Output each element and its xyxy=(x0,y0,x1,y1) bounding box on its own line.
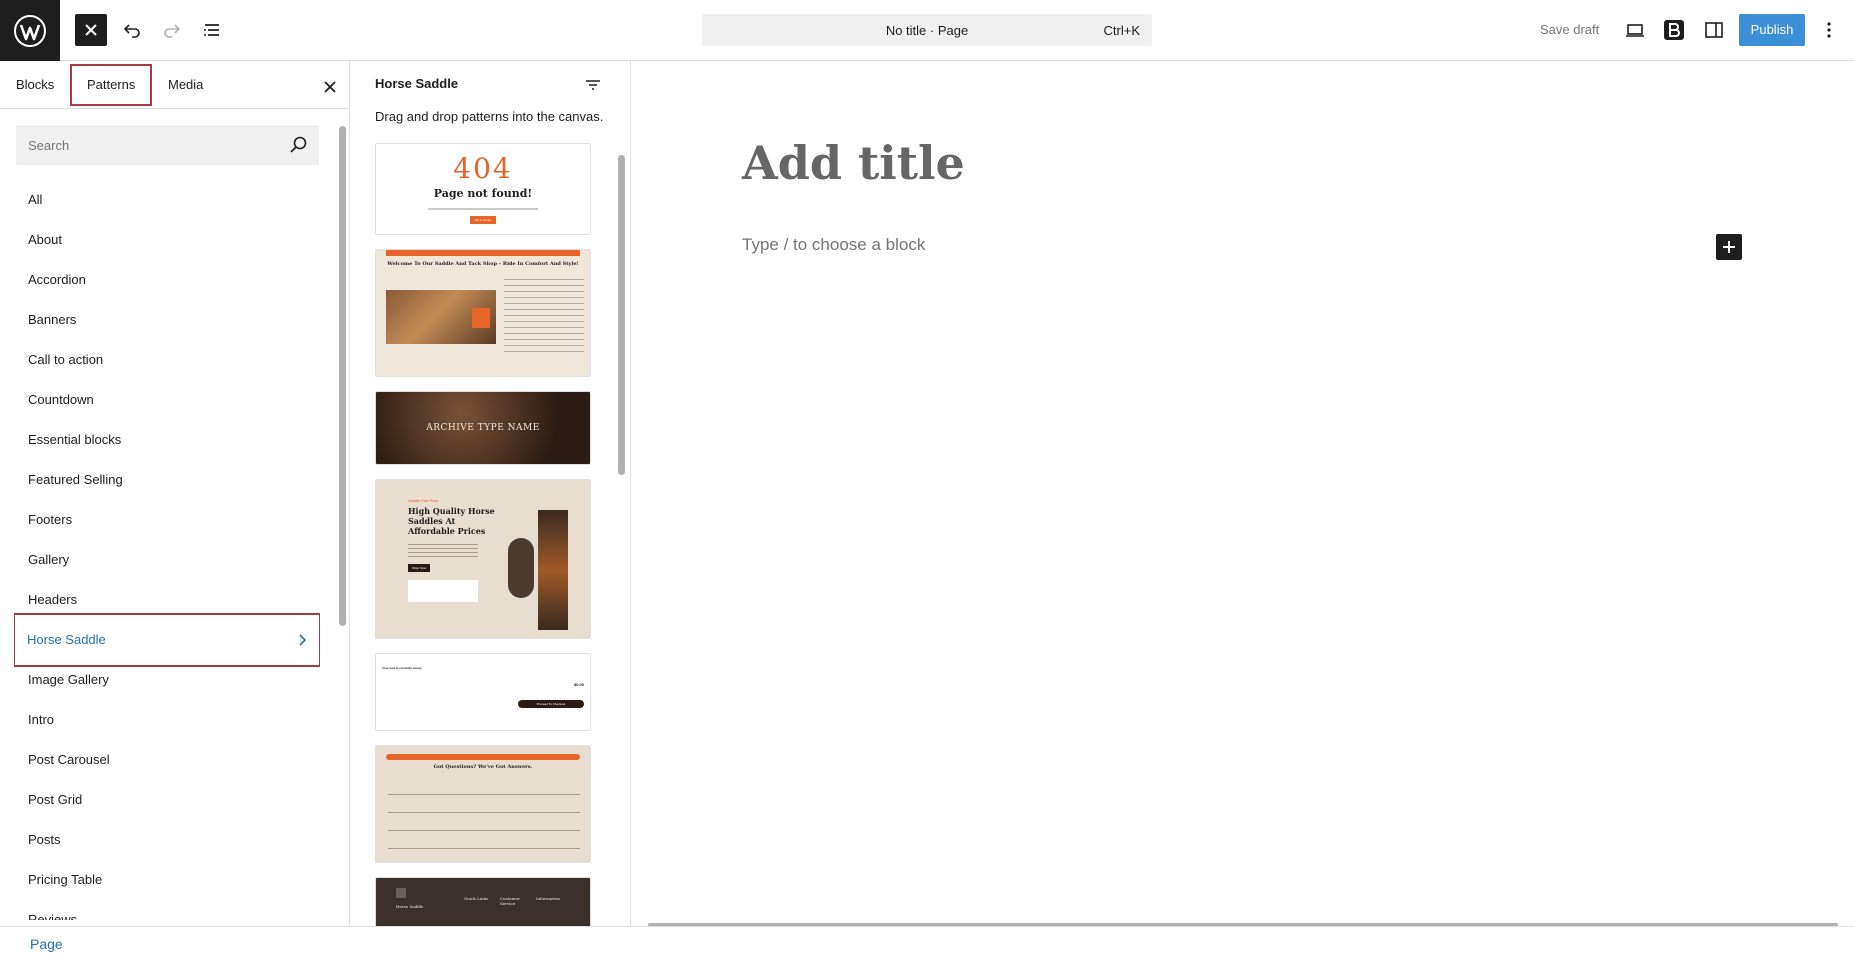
category-featured-selling[interactable]: Featured Selling xyxy=(14,460,320,500)
plugin-b-icon[interactable] xyxy=(1658,14,1690,46)
undo-icon[interactable] xyxy=(116,14,148,46)
block-inserter-sidebar: Blocks Patterns Media All About Accordio… xyxy=(0,61,350,926)
pattern-hero-kicker: Saddle Fair Pros xyxy=(408,498,438,503)
pattern-faq-bar xyxy=(386,754,580,760)
pattern-card-404[interactable]: 404 Page not found! Go to Home xyxy=(375,143,591,235)
pattern-404-code: 404 xyxy=(453,152,513,185)
close-inserter-icon[interactable] xyxy=(75,14,107,46)
category-reviews[interactable]: Reviews xyxy=(14,900,320,920)
wordpress-logo-icon[interactable] xyxy=(0,0,60,61)
pattern-hero-card xyxy=(408,580,478,602)
inserter-tabs: Blocks Patterns Media xyxy=(0,61,350,109)
shortcut-hint: Ctrl+K xyxy=(1103,22,1140,38)
category-essential-blocks[interactable]: Essential blocks xyxy=(14,420,320,460)
pattern-404-button: Go to Home xyxy=(470,216,496,224)
pattern-cart-text: Your cart is currently empty xyxy=(382,666,422,670)
tab-blocks[interactable]: Blocks xyxy=(0,61,70,109)
save-draft-button[interactable]: Save draft xyxy=(1530,14,1609,46)
category-call-to-action[interactable]: Call to action xyxy=(14,340,320,380)
category-posts[interactable]: Posts xyxy=(14,820,320,860)
pattern-card-faq[interactable]: Got Questions? We've Got Answers. xyxy=(375,745,591,863)
editor-header: No title · Page Ctrl+K Save draft Publis… xyxy=(0,0,1854,61)
settings-sidebar-icon[interactable] xyxy=(1698,14,1730,46)
sidebar-scrollbar[interactable] xyxy=(338,111,346,926)
plus-icon xyxy=(1723,241,1735,253)
command-palette-bar[interactable]: No title · Page Ctrl+K xyxy=(702,14,1152,46)
category-post-carousel[interactable]: Post Carousel xyxy=(14,740,320,780)
pattern-faq-heading: Got Questions? We've Got Answers. xyxy=(433,764,533,770)
options-menu-icon[interactable] xyxy=(1813,14,1845,46)
pattern-category-list: All About Accordion Banners Call to acti… xyxy=(14,180,320,920)
breadcrumb[interactable]: Page xyxy=(30,936,63,952)
preview-device-icon[interactable] xyxy=(1619,14,1651,46)
pattern-hero-paragraph xyxy=(408,542,478,558)
pattern-welcome-text xyxy=(504,276,584,356)
pattern-welcome-badge xyxy=(472,308,490,328)
patterns-panel-title: Horse Saddle xyxy=(375,76,459,91)
patterns-hint: Drag and drop patterns into the canvas. xyxy=(375,109,604,124)
category-horse-saddle[interactable]: Horse Saddle xyxy=(14,613,320,667)
editor-canvas: Add title Type / to choose a block xyxy=(632,61,1854,927)
category-gallery[interactable]: Gallery xyxy=(14,540,320,580)
pattern-hero-hat xyxy=(508,538,534,598)
pattern-hero-title-1: High Quality Horse xyxy=(408,506,495,516)
pattern-footer-col3: Information xyxy=(536,896,561,901)
post-title-input[interactable]: Add title xyxy=(742,136,965,190)
pattern-card-cart[interactable]: Your cart is currently empty $0.00 Proce… xyxy=(375,653,591,731)
block-placeholder[interactable]: Type / to choose a block xyxy=(742,235,925,255)
pattern-hero-title-3: Affordable Prices xyxy=(408,526,486,536)
document-overview-icon[interactable] xyxy=(196,14,228,46)
pattern-card-archive[interactable]: ARCHIVE TYPE NAME xyxy=(375,391,591,465)
chevron-right-icon xyxy=(297,613,307,667)
pattern-cart-button: Proceed To Checkout xyxy=(518,700,584,708)
pattern-404-text-line xyxy=(428,208,538,210)
pattern-card-hero[interactable]: Saddle Fair Pros High Quality Horse Sadd… xyxy=(375,479,591,639)
pattern-preview-list: 404 Page not found! Go to Home Welcome T… xyxy=(375,143,591,926)
publish-button[interactable]: Publish xyxy=(1739,14,1805,46)
category-countdown[interactable]: Countdown xyxy=(14,380,320,420)
search-input[interactable] xyxy=(16,125,276,165)
pattern-card-welcome[interactable]: Welcome To Our Saddle And Tack Shop – Ri… xyxy=(375,249,591,377)
pattern-footer-col1: Quick Links xyxy=(464,896,489,901)
editor-footer: Page xyxy=(0,926,1854,961)
category-about[interactable]: About xyxy=(14,220,320,260)
pattern-hero-title-2: Saddles At xyxy=(408,516,456,526)
pattern-welcome-bar xyxy=(386,250,580,256)
tab-media[interactable]: Media xyxy=(152,61,219,109)
search-icon[interactable] xyxy=(289,135,309,155)
patterns-scrollbar[interactable] xyxy=(617,143,625,926)
pattern-card-footer[interactable]: Horse Saddle Quick Links Customer Servic… xyxy=(375,877,591,926)
filter-icon[interactable] xyxy=(581,73,605,97)
document-title: No title · Page xyxy=(885,22,969,38)
category-pricing-table[interactable]: Pricing Table xyxy=(14,860,320,900)
pattern-search xyxy=(16,125,319,165)
category-accordion[interactable]: Accordion xyxy=(14,260,320,300)
tab-patterns[interactable]: Patterns xyxy=(67,61,155,109)
category-intro[interactable]: Intro xyxy=(14,700,320,740)
category-image-gallery[interactable]: Image Gallery xyxy=(14,660,320,700)
pattern-404-title: Page not found! xyxy=(433,187,533,200)
pattern-footer-col2: Customer Service xyxy=(500,896,520,906)
category-banners[interactable]: Banners xyxy=(14,300,320,340)
patterns-panel: Horse Saddle Drag and drop patterns into… xyxy=(351,61,631,926)
pattern-hero-photo xyxy=(538,510,568,630)
pattern-footer-logo xyxy=(396,888,406,898)
category-footers[interactable]: Footers xyxy=(14,500,320,540)
pattern-archive-title: ARCHIVE TYPE NAME xyxy=(426,423,540,433)
category-all[interactable]: All xyxy=(14,180,320,220)
close-icon[interactable] xyxy=(318,75,342,99)
pattern-hero-button: Shop Now xyxy=(408,564,430,572)
category-label: Horse Saddle xyxy=(27,632,106,647)
add-block-button[interactable] xyxy=(1716,234,1742,260)
pattern-faq-questions xyxy=(388,780,580,850)
redo-icon[interactable] xyxy=(156,14,188,46)
pattern-welcome-heading: Welcome To Our Saddle And Tack Shop – Ri… xyxy=(387,261,579,267)
pattern-footer-brand: Horse Saddle xyxy=(396,904,424,909)
category-post-grid[interactable]: Post Grid xyxy=(14,780,320,820)
pattern-cart-price: $0.00 xyxy=(573,682,584,687)
